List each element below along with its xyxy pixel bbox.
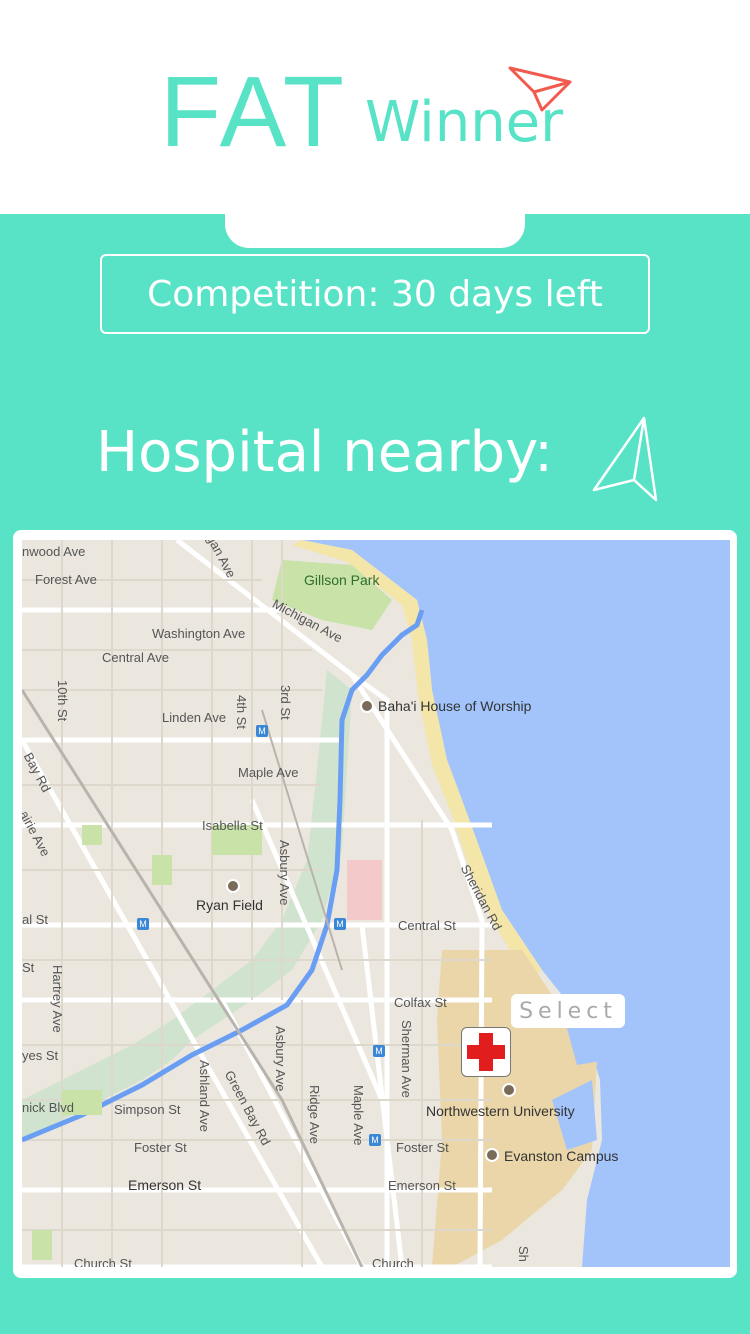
place-icon [360, 699, 374, 713]
map-label: Simpson St [114, 1102, 181, 1117]
metro-icon: M [137, 918, 149, 930]
map-label: Evanston Campus [504, 1148, 619, 1164]
map-label: Emerson St [388, 1178, 456, 1193]
school-icon [502, 1083, 516, 1097]
map-label: Gillson Park [304, 572, 380, 588]
red-cross-bar-vertical [479, 1033, 493, 1071]
map-label: Linden Ave [162, 710, 227, 725]
hospital-nearby-title: Hospital nearby: [96, 420, 554, 485]
metro-icon: M [334, 918, 346, 930]
map-label: Central Ave [102, 650, 169, 665]
map-label: Ryan Field [196, 897, 263, 913]
map-label: Washington Ave [152, 626, 246, 641]
map-label: 4th St [234, 695, 249, 729]
map-label: 10th St [55, 680, 70, 722]
school-icon [485, 1148, 499, 1162]
map-label: Isabella St [202, 818, 263, 833]
map-label: Church [372, 1256, 414, 1267]
map-label: Maple Ave [238, 765, 299, 780]
map-label: Church St [74, 1256, 132, 1267]
map-label: Sh [516, 1246, 531, 1262]
map-label: Forest Ave [35, 572, 97, 587]
metro-icon: M [369, 1134, 381, 1146]
map-label: Colfax St [394, 995, 447, 1010]
header-tab-notch [225, 200, 525, 248]
competition-banner: Competition: 30 days left [100, 254, 650, 334]
map-label: Asbury Ave [273, 1026, 288, 1092]
map-label: Sherman Ave [399, 1020, 414, 1098]
map-label: al St [22, 912, 49, 927]
map-label: Foster St [396, 1140, 449, 1155]
paper-plane-icon [508, 66, 572, 112]
map-label: Ashland Ave [197, 1060, 212, 1133]
map-view[interactable]: nwood Ave gan Ave Forest Ave Gillson Par… [22, 540, 730, 1267]
map-label: Asbury Ave [277, 840, 292, 906]
metro-icon: M [373, 1045, 385, 1057]
competition-text: Competition: 30 days left [147, 273, 603, 315]
map-label: nick Blvd [22, 1100, 75, 1115]
map-label: Ridge Ave [307, 1085, 322, 1145]
place-icon [226, 879, 240, 893]
navigation-arrow-icon[interactable] [590, 414, 660, 504]
map-label: 3rd St [278, 685, 293, 720]
map-label: Foster St [134, 1140, 187, 1155]
map-label: Hartrey Ave [50, 965, 65, 1033]
map-label: nwood Ave [22, 544, 86, 559]
metro-icon: M [256, 725, 268, 737]
map-label: Maple Ave [351, 1085, 366, 1146]
map-label: Northwestern University [426, 1103, 575, 1119]
map-label: Baha'i House of Worship [378, 698, 532, 714]
select-button[interactable]: Select [511, 994, 625, 1028]
red-cross-icon[interactable] [461, 1027, 511, 1077]
map-label: Central St [398, 918, 456, 933]
map-label: yes St [22, 1048, 59, 1063]
map-label: St [22, 960, 35, 975]
map-label: Emerson St [128, 1177, 202, 1193]
logo-fat-text: FAT [160, 56, 348, 168]
